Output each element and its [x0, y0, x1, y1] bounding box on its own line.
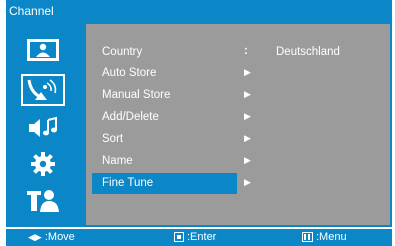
hint-enter: :Enter — [174, 231, 216, 243]
page-title: Channel — [9, 4, 54, 18]
osd-menu: Channel Country: Deutschland Auto Store… — [0, 0, 392, 246]
hint-enter-label: :Enter — [187, 231, 217, 243]
sound-icon — [29, 116, 57, 137]
menu-item-label: Auto Store — [102, 67, 157, 79]
footer-hints: ◀▶ :Move :Enter :Menu — [6, 229, 392, 246]
person-lock-icon — [27, 189, 59, 212]
arrow-right-icon: ▶ — [244, 155, 251, 165]
enter-key-icon — [174, 232, 184, 242]
menu-item-sort[interactable]: Sort ▶ — [92, 129, 382, 150]
arrow-right-icon: ▶ — [244, 111, 251, 121]
hint-menu-label: :Menu — [316, 231, 347, 243]
sidebar-item-channel[interactable] — [13, 73, 73, 106]
menu-key-icon — [302, 232, 313, 242]
menu-item-manual-store[interactable]: Manual Store ▶ — [92, 85, 382, 106]
hint-move-label: :Move — [44, 231, 75, 243]
hint-menu: :Menu — [302, 231, 347, 243]
menu-item-label: Sort — [102, 133, 124, 145]
settings-gear-icon — [31, 151, 55, 176]
sidebar-item-picture[interactable] — [13, 33, 73, 66]
sidebar-item-sound[interactable] — [13, 111, 73, 144]
menu-item-label: Name — [102, 155, 133, 167]
arrow-right-icon: ▶ — [244, 67, 251, 77]
picture-icon — [27, 38, 59, 61]
menu-item-auto-store[interactable]: Auto Store ▶ — [92, 63, 382, 84]
menu-item-label: Manual Store — [102, 89, 171, 101]
arrow-right-icon: ▶ — [244, 89, 251, 99]
country-value: Deutschland — [276, 46, 340, 58]
sidebar-item-settings[interactable] — [13, 147, 73, 180]
menu-item-country[interactable]: Country : Deutschland — [92, 42, 382, 63]
antenna-channel-icon — [21, 73, 65, 106]
arrow-right-icon: ▶ — [244, 177, 251, 187]
menu-item-label: Fine Tune — [102, 177, 154, 189]
menu-item-fine-tune[interactable]: Fine Tune ▶ — [92, 173, 382, 194]
left-right-arrows-icon: ◀▶ — [28, 231, 42, 242]
sidebar-item-features[interactable] — [13, 183, 73, 216]
separator: : — [244, 45, 248, 57]
menu-item-add-delete[interactable]: Add/Delete ▶ — [92, 107, 382, 128]
arrow-right-icon: ▶ — [244, 133, 251, 143]
hint-move: ◀▶ :Move — [28, 231, 75, 243]
menu-item-label: Add/Delete — [102, 111, 159, 123]
title-bar: Channel — [6, 0, 392, 22]
menu-item-label: Country — [102, 46, 143, 58]
menu-item-name[interactable]: Name ▶ — [92, 151, 382, 172]
